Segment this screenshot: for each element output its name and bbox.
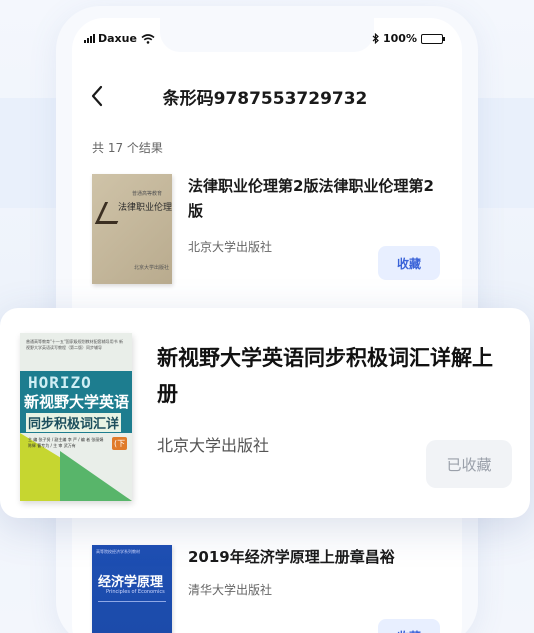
favorite-button[interactable]: 收藏 xyxy=(378,246,440,280)
cover-divider xyxy=(98,601,166,602)
page-title: 条形码9787553729732 xyxy=(162,89,368,109)
cover-shape xyxy=(60,451,132,501)
cover-series: 高等院校经济学系列教材 xyxy=(96,549,140,554)
book-publisher: 北京大学出版社 xyxy=(188,240,273,254)
status-bar-left: Daxue xyxy=(84,32,155,45)
back-button[interactable] xyxy=(86,82,110,110)
battery-icon xyxy=(420,33,445,44)
book-title: 法律职业伦理第2版法律职业伦理第2版 xyxy=(188,177,434,220)
book-cover: 普通高等教育"十一五"国家级规划教材配套辅导用书 新视野大学英语读写教程（第二版… xyxy=(20,333,132,501)
book-cover: 高等院校经济学系列教材 经济学原理 Principles of Economic… xyxy=(92,545,172,633)
wifi-icon xyxy=(141,33,155,44)
book-publisher: 清华大学出版社 xyxy=(188,583,273,597)
book-title: 2019年经济学原理上册章昌裕 xyxy=(188,548,395,566)
cover-subtitle: 同步积极词汇详 xyxy=(26,413,122,432)
list-item[interactable]: 高等院校经济学系列教材 经济学原理 Principles of Economic… xyxy=(92,545,452,633)
book-publisher: 北京大学出版社 xyxy=(157,436,270,455)
favorited-button[interactable]: 已收藏 xyxy=(426,440,512,488)
result-count: 共 17 个结果 xyxy=(92,141,163,155)
cover-subtitle: Principles of Economics xyxy=(106,589,165,595)
bluetooth-icon xyxy=(372,33,379,44)
signal-icon xyxy=(84,34,95,43)
book-title: 新视野大学英语同步积极词汇详解上册 xyxy=(157,346,493,406)
cover-publisher: 北京大学出版社 xyxy=(134,265,170,271)
cover-title: 法律职业伦理 xyxy=(118,203,172,213)
cover-horizon: HORIZO xyxy=(28,373,92,392)
cover-credits: 主 编 张子贤 / 副主编 李 严 / 编 者 张丽娟 陈辉 曹专为 / 主 审… xyxy=(28,437,104,448)
favorite-button[interactable]: 收藏 xyxy=(378,619,440,633)
battery-percent: 100% xyxy=(383,32,417,45)
cover-series: 普通高等教育"十一五"国家级规划教材配套辅导用书 新视野大学英语读写教程（第二版… xyxy=(26,339,123,350)
cover-title: 新视野大学英语 xyxy=(24,393,130,411)
cover-volume-tag: (下 xyxy=(112,437,128,450)
carrier-label: Daxue xyxy=(98,32,137,45)
phone-notch xyxy=(160,18,374,52)
chevron-left-icon xyxy=(91,85,103,107)
book-cover: 普通高等教育 法律职业伦理 北京大学出版社 xyxy=(92,174,172,284)
cover-title: 经济学原理 xyxy=(98,575,164,590)
list-item[interactable]: 普通高等教育 法律职业伦理 北京大学出版社 法律职业伦理第2版法律职业伦理第2版… xyxy=(92,174,452,286)
status-bar-right: 100% xyxy=(372,32,445,45)
cover-series: 普通高等教育 xyxy=(132,191,163,197)
